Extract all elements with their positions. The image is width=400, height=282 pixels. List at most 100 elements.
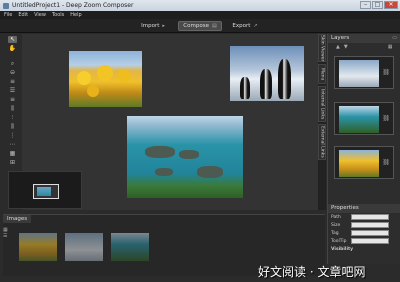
tab-internal-links[interactable]: Internal Links (318, 86, 326, 122)
distribute-v-icon[interactable]: ⋯ (8, 141, 17, 148)
property-row: Visibility (328, 245, 400, 253)
properties-panel: Properties Path Size Tag ToolTip Visibil… (327, 204, 400, 264)
align-top-icon[interactable]: ⫼ (8, 105, 17, 112)
window-controls: – □ ✕ (360, 1, 398, 9)
layer-item[interactable]: ⛓ (334, 56, 394, 89)
menu-bar: File Edit View Tools Help (0, 11, 400, 19)
image-thumbnail-penguins[interactable] (65, 233, 103, 261)
align-left-icon[interactable]: ≡ (8, 78, 17, 85)
maximize-button[interactable]: □ (372, 1, 383, 9)
tulip-flower (87, 85, 99, 97)
penguin (260, 69, 272, 99)
grid-icon[interactable]: ▦ (8, 150, 17, 157)
layer-item[interactable]: ⛓ (334, 146, 394, 179)
tooltip-field[interactable] (351, 238, 389, 244)
select-tool-icon[interactable]: ↖ (8, 36, 17, 43)
tulip-flower (97, 65, 113, 81)
properties-title: Properties (331, 205, 359, 211)
ocean-rocks-image[interactable] (127, 116, 243, 198)
images-title: Images (7, 216, 28, 222)
title-bar: UntitledProject1 - Deep Zoom Composer – … (0, 0, 400, 11)
list-view-icon[interactable]: ☰ (3, 233, 8, 239)
align-right-icon[interactable]: ≡ (8, 96, 17, 103)
navigator-thumbnail (37, 187, 51, 196)
image-thumbnail-tulips[interactable] (19, 233, 57, 261)
tab-skin-viewer[interactable]: Skin Viewer (318, 34, 326, 62)
rock (155, 168, 173, 176)
tab-menu-label: Menu (319, 67, 325, 81)
distribute-h-icon[interactable]: ⋮ (8, 132, 17, 139)
zoom-out-tool-icon[interactable]: ⊖ (8, 69, 17, 76)
image-thumbnail-ocean[interactable] (111, 233, 149, 261)
navigator-panel[interactable] (8, 171, 82, 209)
tulip-flower (117, 69, 131, 83)
menu-help[interactable]: Help (70, 12, 81, 18)
layers-title: Layers (331, 35, 350, 41)
menu-tools[interactable]: Tools (52, 12, 64, 18)
export-icon: ↗ (253, 23, 258, 29)
compose-mode-button[interactable]: Compose ▤ (178, 21, 222, 31)
images-view-icons: ▦ ☰ (3, 227, 8, 239)
watermark-text: 好文阅读 · 文章吧网 (258, 265, 366, 279)
align-bottom-icon[interactable]: ⫼ (8, 123, 17, 130)
tool-palette: ↖ ✋ ⌕ ⊖ ≡ ☰ ≡ ⫼ ⫶ ⫼ ⋮ ⋯ ▦ ⊞ (6, 34, 20, 180)
align-center-icon[interactable]: ☰ (8, 87, 17, 94)
layers-panel: Layers ▭ ▲ ▼ ▦ ⛓ ⛓ ⛓ (327, 34, 400, 204)
layer-thumbnail-tulips (339, 150, 379, 177)
align-middle-icon[interactable]: ⫶ (8, 114, 17, 121)
export-mode-button[interactable]: Export ↗ (228, 21, 262, 31)
side-tabs: Skin Viewer Menu Internal Links External… (318, 34, 326, 210)
size-label: Size (331, 222, 341, 228)
path-label: Path (331, 214, 341, 220)
menu-file[interactable]: File (4, 12, 12, 18)
size-field[interactable] (351, 222, 389, 228)
mode-bar: Import ▸ Compose ▤ Export ↗ (0, 19, 400, 33)
export-mode-label: Export (232, 23, 251, 29)
tag-field[interactable] (351, 230, 389, 236)
tab-menu[interactable]: Menu (318, 64, 326, 84)
move-up-icon[interactable]: ▲ (336, 44, 340, 50)
app-icon (3, 2, 9, 9)
property-row: Size (328, 221, 400, 229)
penguins-image[interactable] (230, 46, 304, 101)
close-button[interactable]: ✕ (384, 1, 398, 9)
layer-item[interactable]: ⛓ (334, 102, 394, 135)
delete-layer-icon[interactable]: ▦ (388, 44, 393, 50)
layer-thumbnail-penguins (339, 60, 379, 87)
tab-external-links[interactable]: External Links (318, 124, 326, 160)
properties-header: Properties (328, 204, 400, 213)
import-mode-label: Import (141, 23, 160, 29)
import-icon: ▸ (162, 23, 165, 29)
layers-toolbar: ▲ ▼ ▦ (328, 43, 400, 51)
link-icon[interactable]: ⛓ (382, 69, 390, 76)
minimize-button[interactable]: – (360, 1, 371, 9)
snap-icon[interactable]: ⊞ (8, 159, 17, 166)
import-mode-button[interactable]: Import ▸ (136, 21, 170, 31)
rock (179, 150, 199, 159)
move-down-icon[interactable]: ▼ (344, 44, 348, 50)
property-row: Path (328, 213, 400, 221)
rock (145, 146, 175, 158)
layer-thumbnail-ocean (339, 106, 379, 133)
rock (197, 166, 223, 178)
window-title: UntitledProject1 - Deep Zoom Composer (12, 2, 134, 9)
layers-header: Layers ▭ (328, 34, 400, 43)
images-header: Images (3, 215, 31, 223)
link-icon[interactable]: ⛓ (382, 159, 390, 166)
tooltip-label: ToolTip (331, 238, 347, 244)
link-icon[interactable]: ⛓ (382, 115, 390, 122)
layers-collapse-icon[interactable]: ▭ (392, 34, 397, 43)
property-row: Tag (328, 229, 400, 237)
zoom-tool-icon[interactable]: ⌕ (8, 60, 17, 67)
pan-tool-icon[interactable]: ✋ (8, 45, 17, 52)
visibility-label: Visibility (331, 246, 354, 252)
menu-view[interactable]: View (34, 12, 46, 18)
visibility-spacer (351, 247, 389, 252)
menu-edit[interactable]: Edit (18, 12, 28, 18)
penguin (240, 77, 250, 99)
tulip-flower (77, 71, 91, 85)
path-field[interactable] (351, 214, 389, 220)
tulips-image[interactable] (69, 51, 142, 107)
compose-icon: ▤ (211, 23, 217, 29)
compose-mode-label: Compose (183, 23, 209, 29)
